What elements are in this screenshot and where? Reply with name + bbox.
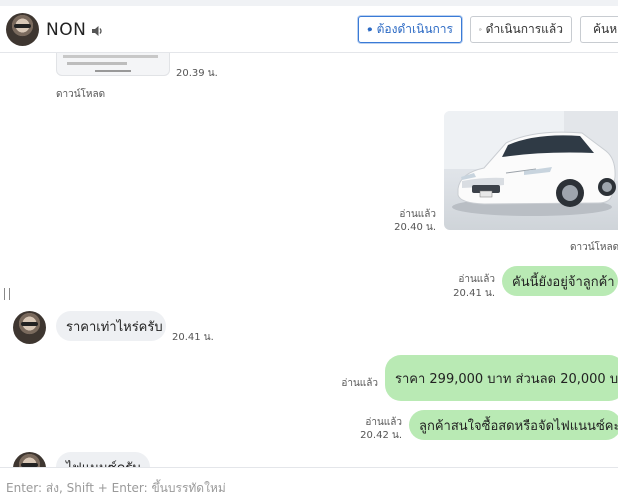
document-preview-line (67, 62, 127, 65)
tag-done-label: ดำเนินการแล้ว (485, 22, 563, 36)
read-receipt: อ่านแล้ว (458, 274, 495, 285)
tag-pending-label: ต้องดำเนินการ (376, 22, 453, 36)
tag-bubble-icon (367, 27, 372, 32)
composer-placeholder[interactable]: Enter: ส่ง, Shift + Enter: ขึ้นบรรทัดใหม… (6, 479, 226, 498)
outgoing-message[interactable]: ราคา 299,000 บาท ส่วนลด 20,000 บาท (385, 355, 618, 401)
document-preview[interactable] (56, 53, 170, 76)
download-link[interactable]: ดาวน์โหลด (570, 240, 618, 255)
avatar-glasses (21, 322, 38, 327)
message-time: 20.41 น. (172, 332, 214, 343)
outgoing-message[interactable]: คันนี้ยังอยู่จ้าลูกค้า (502, 266, 618, 296)
message-list[interactable]: 20.39 น. ดาวน์โหลด อ่านแล้ว 20.40 น. ดาว… (0, 53, 618, 467)
message-time: 20.39 น. (176, 68, 218, 79)
contact-avatar[interactable] (13, 311, 46, 344)
message-composer[interactable]: Enter: ส่ง, Shift + Enter: ขึ้นบรรทัดใหม… (0, 467, 618, 499)
message-time: 20.41 น. (453, 288, 495, 299)
read-receipt: อ่านแล้ว (341, 378, 378, 389)
panel-resize-handle[interactable] (4, 288, 10, 300)
speaker-icon[interactable] (90, 24, 104, 38)
car-photo[interactable] (444, 111, 618, 230)
search-button[interactable]: ค้นห (580, 16, 618, 43)
contact-avatar[interactable] (13, 452, 46, 467)
message-time: 20.40 น. (394, 222, 436, 233)
tag-bubble-icon (479, 28, 482, 31)
document-preview-line (63, 55, 158, 58)
incoming-message[interactable]: ราคาเท่าไหร่ครับ (56, 311, 166, 341)
outgoing-message[interactable]: ลูกค้าสนใจซื้อสดหรือจัดไฟแนนซ์คะ (409, 410, 618, 440)
avatar-glasses (14, 24, 31, 29)
document-preview-line (95, 70, 131, 72)
tag-pending-button[interactable]: ต้องดำเนินการ (358, 16, 462, 43)
download-link[interactable]: ดาวน์โหลด (56, 87, 105, 102)
contact-avatar[interactable] (6, 13, 39, 46)
chat-header: NON ต้องดำเนินการ ดำเนินการแล้ว ค้นห (0, 6, 618, 53)
contact-name: NON (46, 20, 87, 40)
tag-done-button[interactable]: ดำเนินการแล้ว (470, 16, 572, 43)
incoming-message[interactable]: ไฟแนนซ์ครับ (56, 452, 150, 467)
car-image (444, 111, 618, 216)
message-time: 20.42 น. (360, 430, 402, 441)
search-label: ค้นห (593, 22, 618, 36)
